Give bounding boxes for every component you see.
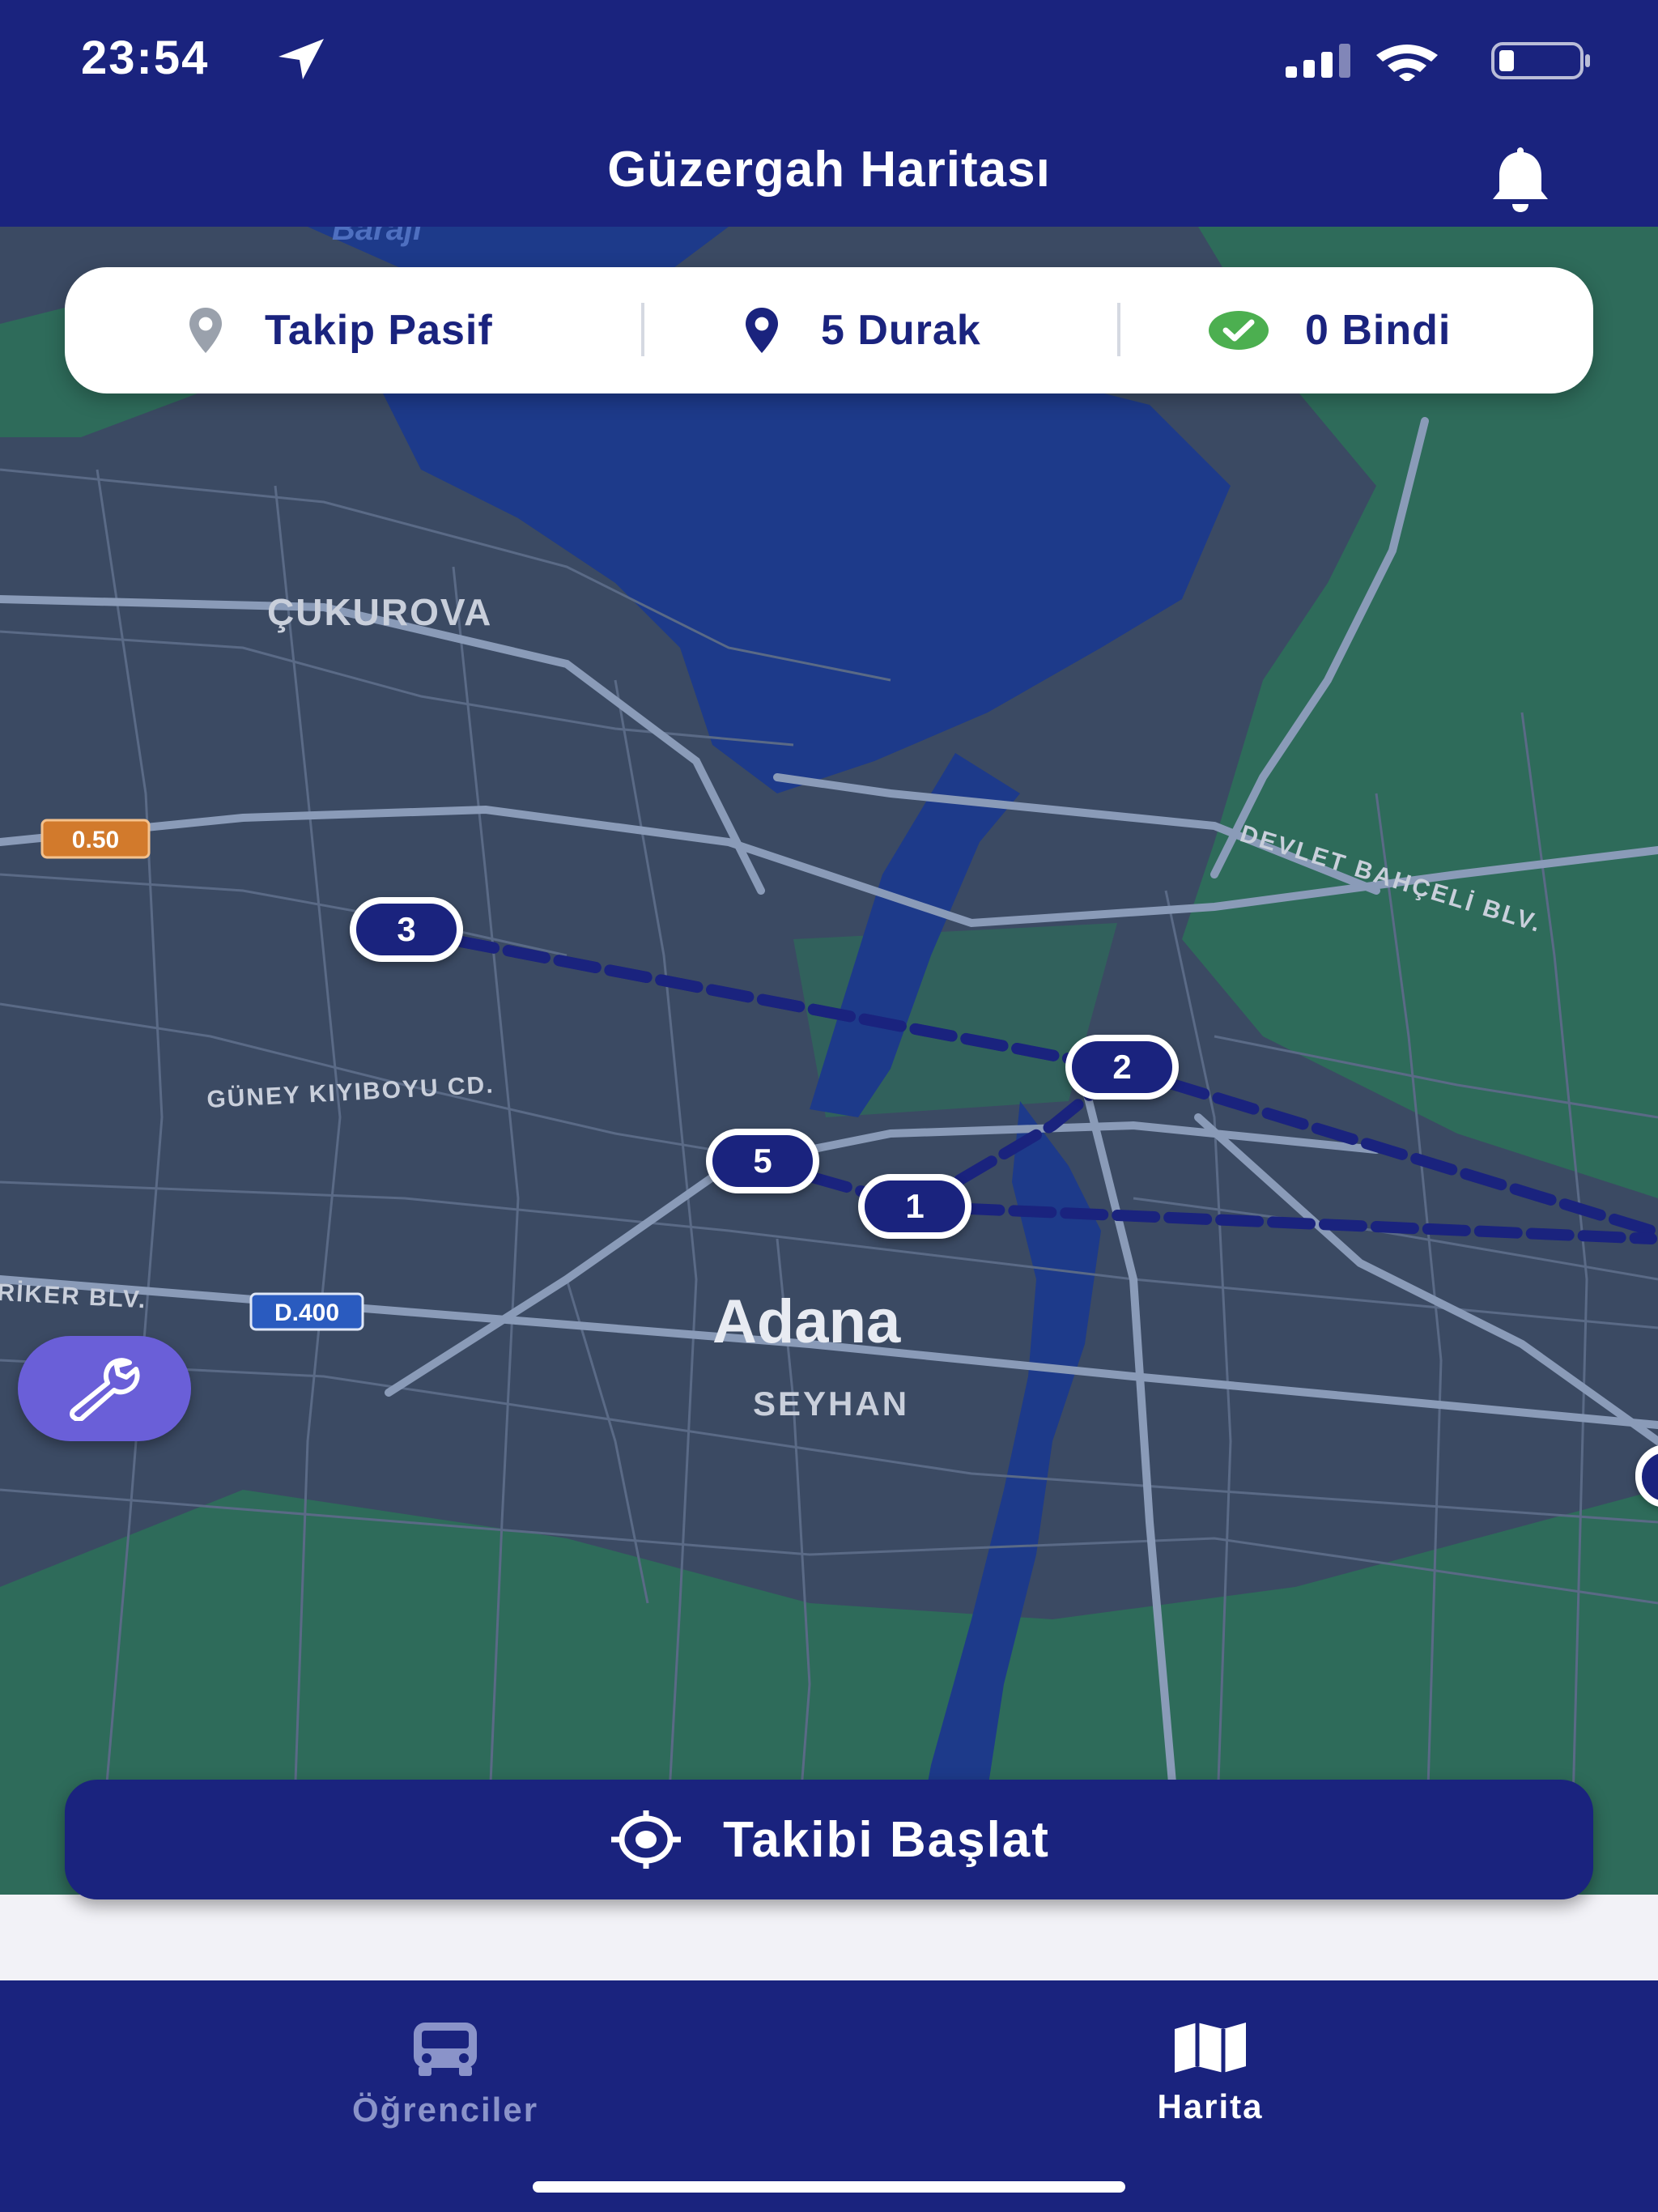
stat-boarded-label: 0 Bindi — [1305, 307, 1452, 354]
stop-number: 2 — [1112, 1048, 1132, 1086]
tab-students[interactable]: Öğrenciler — [243, 2021, 648, 2129]
tool-button[interactable] — [18, 1336, 191, 1441]
app-header: Güzergah Haritası — [0, 113, 1658, 227]
road-shield-050: 0.50 — [40, 819, 151, 859]
location-target-icon — [611, 1810, 682, 1869]
bus-icon — [414, 2023, 477, 2076]
home-indicator — [533, 2181, 1125, 2193]
map-icon — [1175, 2023, 1246, 2073]
stop-marker-5[interactable]: 5 — [706, 1129, 819, 1193]
svg-text:D.400: D.400 — [274, 1300, 339, 1326]
tab-map[interactable]: Harita — [1008, 2021, 1413, 2126]
map-canvas: Barajı ÇUKUROVA Adana SEYHAN DEVLET BAHÇ… — [0, 227, 1658, 1895]
map-view[interactable]: Barajı ÇUKUROVA Adana SEYHAN DEVLET BAHÇ… — [0, 227, 1658, 1895]
stop-marker-3[interactable]: 3 — [350, 897, 463, 962]
wifi-icon — [1376, 45, 1438, 81]
map-label-city: Adana — [712, 1287, 901, 1356]
map-label-road-guney: GÜNEY KIYIBOYU CD. — [206, 1071, 495, 1113]
wrench-icon — [70, 1358, 140, 1421]
stop-number: 3 — [397, 910, 416, 948]
status-bar: 23:54 — [0, 0, 1658, 113]
stat-divider — [1117, 303, 1120, 356]
stat-divider — [641, 303, 644, 356]
map-label-seyhan: SEYHAN — [753, 1385, 909, 1423]
svg-text:0.50: 0.50 — [72, 827, 119, 853]
page-title: Güzergah Haritası — [607, 142, 1051, 198]
stat-stops-label: 5 Durak — [821, 307, 981, 354]
road-shield-d400: D.400 — [249, 1292, 364, 1331]
start-tracking-label: Takibi Başlat — [723, 1811, 1050, 1868]
map-pin-icon — [746, 308, 778, 353]
cellular-signal-icon — [1286, 44, 1350, 78]
tab-students-label: Öğrenciler — [351, 2091, 539, 2129]
start-tracking-button[interactable]: Takibi Başlat — [65, 1780, 1593, 1899]
map-label-cukurova: ÇUKUROVA — [267, 591, 492, 633]
location-arrow-icon — [278, 39, 324, 79]
tab-bar: Öğrenciler Harita — [0, 1980, 1658, 2212]
tab-map-label: Harita — [1157, 2087, 1264, 2125]
status-time: 23:54 — [81, 32, 210, 84]
stat-boarded: 0 Bindi — [1208, 267, 1451, 393]
stats-card: Takip Pasif 5 Durak 0 Bindi — [65, 267, 1593, 393]
map-label-road-riker: RİKER BLV. — [0, 1279, 147, 1314]
stop-number: 1 — [905, 1187, 925, 1225]
bell-icon[interactable] — [1482, 141, 1559, 219]
stat-tracking: Takip Pasif — [182, 267, 493, 393]
stop-marker-2[interactable]: 2 — [1065, 1035, 1179, 1100]
map-pin-icon — [189, 308, 222, 353]
battery-icon — [1491, 42, 1590, 79]
status-icons — [1286, 42, 1590, 81]
stat-stops: 5 Durak — [738, 267, 981, 393]
stop-marker-1[interactable]: 1 — [858, 1174, 971, 1239]
stop-number: 5 — [753, 1142, 772, 1180]
stat-tracking-label: Takip Pasif — [265, 307, 493, 354]
map-label-dam: Barajı — [332, 227, 422, 247]
check-circle-icon — [1209, 311, 1269, 350]
